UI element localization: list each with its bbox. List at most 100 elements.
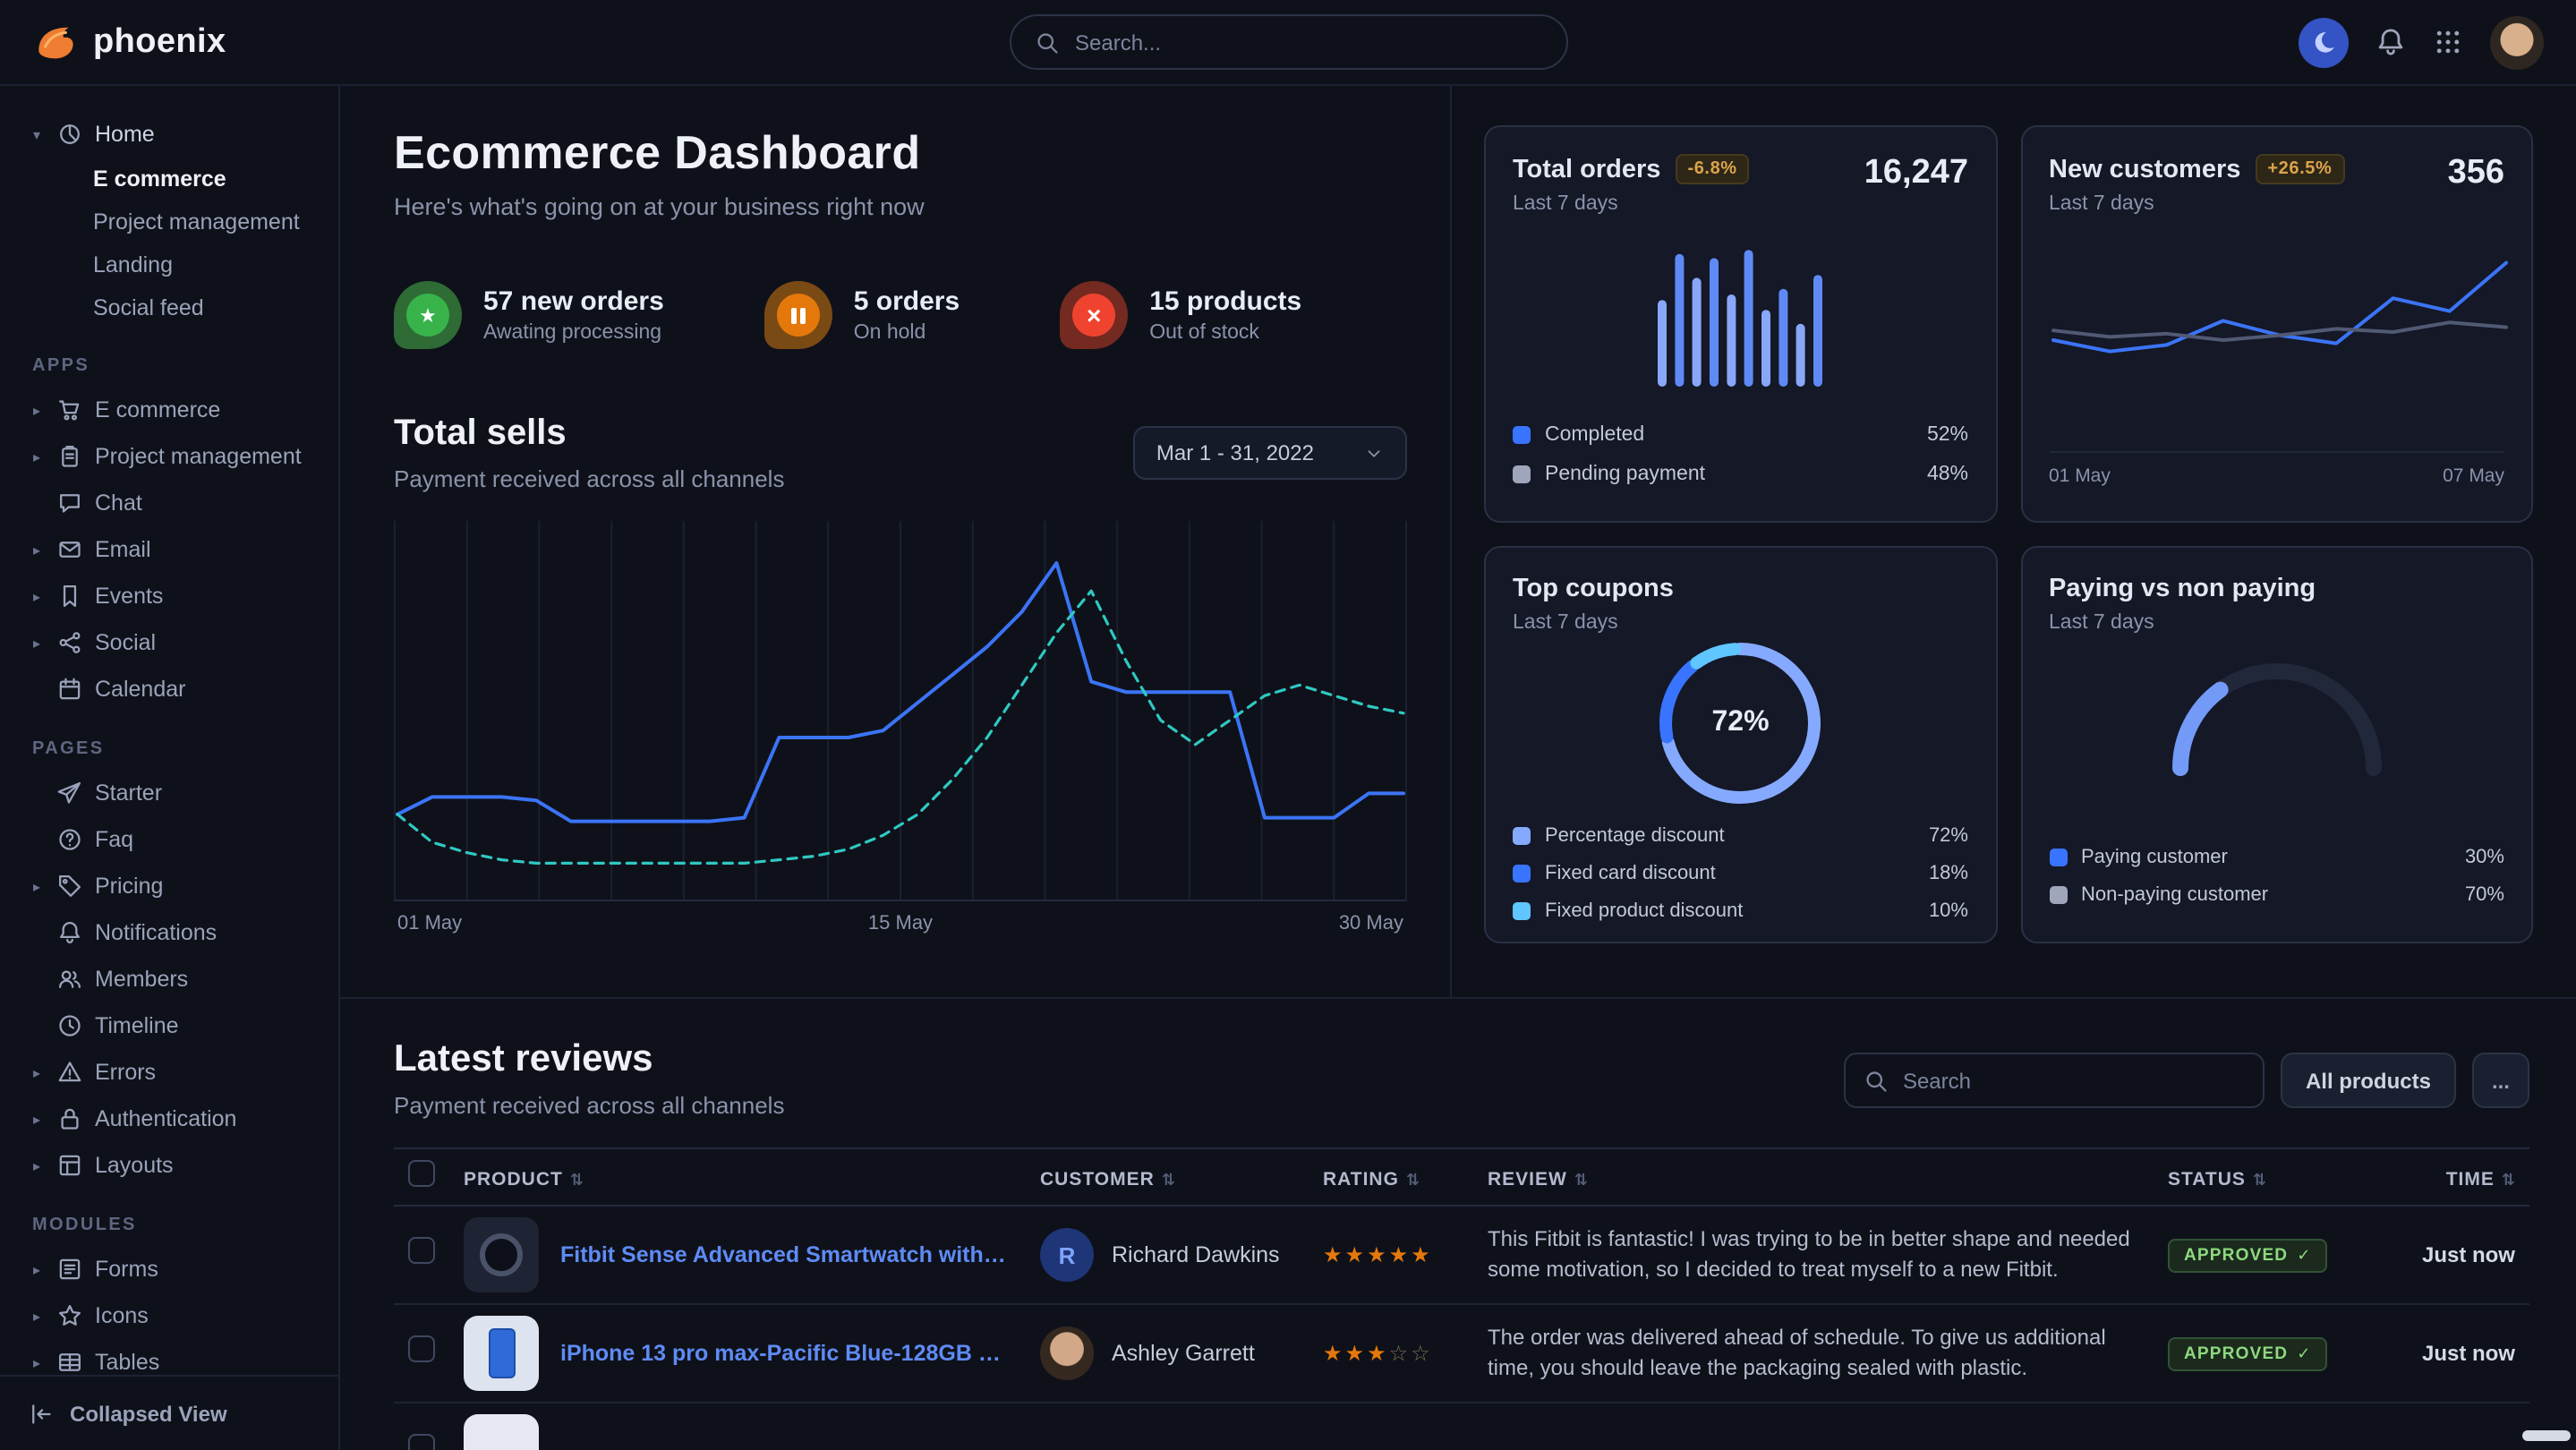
caret-icon: ▸ (29, 878, 45, 894)
sidebar-item-tables[interactable]: ▸ Tables (18, 1339, 320, 1375)
sidebar-item-faq[interactable]: Faq (18, 816, 320, 863)
reviews-search-input[interactable] (1903, 1068, 2245, 1093)
row-checkbox[interactable] (408, 1237, 435, 1264)
sidebar-item-project-management[interactable]: ▸Project management (18, 433, 320, 480)
product-thumbnail[interactable] (464, 1414, 539, 1450)
reviews-table-body: Fitbit Sense Advanced Smartwatch with To… (394, 1206, 2529, 1450)
card-paying-vs-non-paying: Paying vs non paying Last 7 days Paying … (2020, 546, 2533, 943)
caret-icon: ▸ (29, 1064, 45, 1080)
column-header-review[interactable]: REVIEW⇅ (1473, 1148, 2154, 1206)
app-root: phoenix ▾HomeE commerceProject managemen… (0, 0, 2576, 1450)
review-text: This Fitbit is fantastic! I was trying t… (1488, 1224, 2139, 1286)
users-icon (57, 967, 82, 992)
top-coupons-chart: 72% (1659, 641, 1823, 806)
collapsed-view-label: Collapsed View (70, 1401, 227, 1426)
sidebar-item-label: Tables (95, 1350, 159, 1375)
sidebar-item-label: Starter (95, 780, 162, 806)
sidebar: ▾HomeE commerceProject managementLanding… (0, 86, 340, 1450)
sidebar-item-timeline[interactable]: Timeline (18, 1002, 320, 1049)
pause-icon (764, 281, 832, 349)
sidebar-item-layouts[interactable]: ▸Layouts (18, 1142, 320, 1189)
notifications-button[interactable] (2376, 27, 2406, 57)
column-header-select (394, 1148, 449, 1206)
sort-icon: ⇅ (2502, 1170, 2515, 1188)
sidebar-item-e-commerce[interactable]: E commerce (18, 158, 320, 200)
sidebar-item-notifications[interactable]: Notifications (18, 909, 320, 956)
sidebar-item-project-management[interactable]: Project management (18, 200, 320, 243)
product-thumbnail[interactable] (464, 1316, 539, 1391)
date-range-select[interactable]: Mar 1 - 31, 2022 (1133, 426, 1407, 480)
sidebar-item-starter[interactable]: Starter (18, 770, 320, 816)
customer-name[interactable]: Ashley Garrett (1112, 1341, 1255, 1366)
form-icon (57, 1257, 82, 1282)
user-avatar[interactable] (2490, 15, 2544, 69)
sidebar-item-landing[interactable]: Landing (18, 243, 320, 286)
bell-icon (57, 920, 82, 945)
status-badge: APPROVED ✓ (2168, 1337, 2328, 1371)
review-text: The order was delivered ahead of schedul… (1488, 1322, 2139, 1385)
x-axis-label: 01 May (2049, 465, 2111, 487)
more-options-button[interactable]: ... (2472, 1053, 2529, 1108)
sidebar-item-authentication[interactable]: ▸Authentication (18, 1096, 320, 1142)
scrollbar-thumb[interactable] (2522, 1430, 2571, 1441)
caret-icon: ▸ (29, 1354, 45, 1370)
column-header-product[interactable]: PRODUCT⇅ (449, 1148, 1026, 1206)
sidebar-item-events[interactable]: ▸Events (18, 573, 320, 619)
sidebar-item-social[interactable]: ▸Social (18, 619, 320, 666)
stat-value: 5 orders (854, 286, 960, 317)
sidebar-item-chat[interactable]: Chat (18, 480, 320, 526)
sidebar-item-label: Chat (95, 490, 142, 516)
sidebar-item-email[interactable]: ▸Email (18, 526, 320, 573)
topbar-search[interactable] (1009, 14, 1567, 70)
apps-grid-button[interactable] (2433, 27, 2463, 57)
question-icon (57, 827, 82, 852)
row-checkbox[interactable] (408, 1434, 435, 1450)
collapsed-view-toggle[interactable]: Collapsed View (0, 1375, 338, 1450)
column-header-customer[interactable]: CUSTOMER⇅ (1026, 1148, 1309, 1206)
column-header-status[interactable]: STATUS⇅ (2154, 1148, 2368, 1206)
customer-name[interactable]: Richard Dawkins (1112, 1242, 1280, 1267)
product-thumbnail[interactable] (464, 1217, 539, 1292)
review-time: Just now (2368, 1206, 2529, 1304)
cart-icon (57, 397, 82, 422)
stat-on-hold: 5 ordersOn hold (764, 281, 960, 349)
sidebar-item-home[interactable]: ▾Home (18, 111, 320, 158)
sidebar-item-icons[interactable]: ▸Icons (18, 1292, 320, 1339)
sidebar-item-calendar[interactable]: Calendar (18, 666, 320, 712)
sidebar-item-label: E commerce (95, 397, 220, 422)
sidebar-item-pricing[interactable]: ▸Pricing (18, 863, 320, 909)
stat-value: 57 new orders (483, 286, 664, 317)
brand[interactable]: phoenix (32, 20, 226, 64)
sidebar-item-errors[interactable]: ▸ Errors (18, 1049, 320, 1096)
sidebar-item-label: Errors (95, 1060, 156, 1085)
legend-item: Paying customer30% (2049, 841, 2504, 874)
customer-avatar (1040, 1326, 1094, 1380)
reviews-search[interactable] (1844, 1053, 2265, 1108)
x-icon: × (1060, 281, 1128, 349)
top-coupons-legend: Percentage discount72%Fixed card discoun… (1513, 820, 1968, 931)
theme-toggle-button[interactable] (2299, 17, 2349, 67)
sidebar-item-e-commerce[interactable]: ▸E commerce (18, 387, 320, 433)
product-link[interactable]: Fitbit Sense Advanced Smartwatch with To… (560, 1242, 1011, 1267)
product-link[interactable]: iPhone 13 pro max-Pacific Blue-128GB sto… (560, 1341, 1011, 1366)
card-new-customers: New customers +26.5% Last 7 days 356 01 … (2020, 125, 2533, 523)
stats-row: ★57 new ordersAwating processing5 orders… (394, 281, 1407, 349)
sidebar-item-social-feed[interactable]: Social feed (18, 286, 320, 329)
paying-gauge-chart (2170, 652, 2384, 777)
latest-reviews-section: Latest reviews Payment received across a… (340, 999, 2576, 1450)
card-period: Last 7 days (2049, 612, 2316, 634)
caret-icon: ▸ (29, 588, 45, 604)
sidebar-item-label: Calendar (95, 677, 185, 702)
sidebar-item-members[interactable]: Members (18, 956, 320, 1002)
sidebar-item-forms[interactable]: ▸Forms (18, 1246, 320, 1292)
caret-icon: ▸ (29, 1308, 45, 1324)
sidebar-item-label: Email (95, 537, 151, 562)
select-all-checkbox[interactable] (408, 1159, 435, 1186)
all-products-button[interactable]: All products (2281, 1053, 2456, 1108)
tag-icon (57, 874, 82, 899)
layout: ▾HomeE commerceProject managementLanding… (0, 86, 2576, 1450)
column-header-rating[interactable]: RATING⇅ (1309, 1148, 1473, 1206)
column-header-time[interactable]: TIME⇅ (2368, 1148, 2529, 1206)
row-checkbox[interactable] (408, 1335, 435, 1362)
topbar-search-input[interactable] (1075, 30, 1542, 55)
